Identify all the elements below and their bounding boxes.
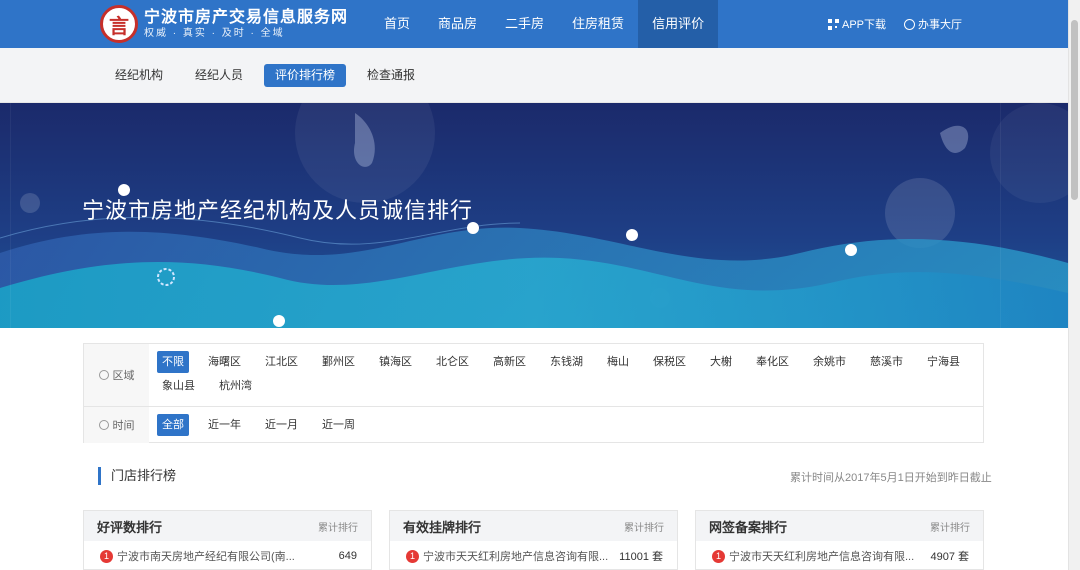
app-download-link[interactable]: APP下载 [828, 16, 886, 32]
ranking-card-reviews: 好评数排行 累计排行 1 宁波市南天房地产经纪有限公司(南... 649 [83, 510, 372, 570]
qr-code-icon [828, 18, 839, 30]
region-label: 区域 [112, 370, 135, 382]
rank-value: 649 [338, 550, 357, 562]
rank-value: 11001 套 [619, 551, 663, 563]
sub-navigation-bar: 经纪机构 经纪人员 评价排行榜 检查通报 [0, 48, 1068, 103]
site-slogan: 权威 · 真实 · 及时 · 全域 [144, 28, 285, 39]
region-option-4[interactable]: 镇海区 [374, 351, 417, 373]
region-option-1[interactable]: 海曙区 [203, 351, 246, 373]
region-option-15[interactable]: 象山县 [157, 375, 200, 397]
region-option-9[interactable]: 保税区 [648, 351, 691, 373]
nav-item-4[interactable]: 信用评价 [638, 0, 719, 48]
card-subtitle: 累计排行 [318, 522, 358, 534]
region-icon [98, 370, 109, 380]
service-hall-label: 办事大厅 [918, 19, 963, 31]
logo-emblem-icon: 言 [100, 5, 138, 43]
time-options: 全部 近一年 近一月 近一周 [149, 407, 983, 443]
card-header: 网签备案排行 累计排行 [696, 511, 983, 541]
main-nav: 首页 商品房 二手房 住房租赁 信用评价 [370, 0, 719, 48]
region-label-cell: 区域 [84, 344, 149, 406]
nav-item-2[interactable]: 二手房 [491, 0, 558, 48]
time-label: 时间 [112, 420, 135, 432]
rank-name[interactable]: 宁波市天天红利房地产信息咨询有限... [423, 548, 611, 564]
ranking-card-listings: 有效挂牌排行 累计排行 1 宁波市天天红利房地产信息咨询有限... 11001 … [389, 510, 678, 570]
card-subtitle: 累计排行 [624, 522, 664, 534]
app-download-label: APP下载 [842, 19, 887, 31]
time-option-2[interactable]: 近一月 [260, 414, 303, 436]
nav-right-links: APP下载 办事大厅 [828, 0, 980, 48]
subnav-item-0[interactable]: 经纪机构 [104, 64, 174, 87]
time-option-3[interactable]: 近一周 [317, 414, 360, 436]
region-filter-row: 区域 不限 海曙区 江北区 鄞州区 镇海区 北仑区 高新区 东钱湖 梅山 保税区 大榭 奉化区 余姚市慈… [84, 344, 983, 407]
subnav-item-1[interactable]: 经纪人员 [184, 64, 254, 87]
time-option-1[interactable]: 近一年 [203, 414, 246, 436]
sub-nav: 经纪机构 经纪人员 评价排行榜 检查通报 [104, 64, 436, 87]
card-title: 有效挂牌排行 [403, 519, 482, 535]
site-title: 宁波市房产交易信息服务网 [144, 7, 349, 26]
service-hall-icon [904, 18, 916, 30]
ranking-filter: 区域 不限 海曙区 江北区 鄞州区 镇海区 北仑区 高新区 东钱湖 梅山 保税区 大榭 奉化区 余姚市慈… [83, 343, 984, 443]
table-row[interactable]: 1 宁波市天天红利房地产信息咨询有限... 11001 套 [390, 541, 677, 569]
region-option-11[interactable]: 奉化区 [751, 351, 794, 373]
clock-icon [98, 420, 109, 430]
rank-name[interactable]: 宁波市天天红利房地产信息咨询有限... [729, 548, 922, 564]
time-option-0[interactable]: 全部 [157, 414, 189, 436]
region-option-7[interactable]: 东钱湖 [545, 351, 588, 373]
service-hall-link[interactable]: 办事大厅 [904, 16, 962, 32]
nav-item-0[interactable]: 首页 [370, 0, 424, 48]
banner-title: 宁波市房地产经纪机构及人员诚信排行 [82, 198, 474, 223]
region-option-14[interactable]: 宁海县 [922, 351, 965, 373]
region-option-12[interactable]: 余姚市 [808, 351, 851, 373]
region-option-0[interactable]: 不限 [157, 351, 189, 373]
region-option-5[interactable]: 北仑区 [431, 351, 474, 373]
rank-badge: 1 [406, 549, 419, 563]
region-option-8[interactable]: 梅山 [602, 351, 634, 373]
table-row[interactable]: 1 宁波市南天房地产经纪有限公司(南... 649 [84, 541, 371, 569]
region-option-3[interactable]: 鄞州区 [317, 351, 360, 373]
table-row[interactable]: 1 宁波市天天红利房地产信息咨询有限... 4907 套 [696, 541, 983, 569]
logo-text: 宁波市房产交易信息服务网 权威 · 真实 · 及时 · 全域 [144, 7, 348, 41]
region-option-16[interactable]: 杭州湾 [214, 375, 257, 397]
subnav-item-3[interactable]: 检查通报 [356, 64, 426, 87]
logo-char: 言 [109, 13, 129, 38]
region-options: 不限 海曙区 江北区 鄞州区 镇海区 北仑区 高新区 东钱湖 梅山 保税区 大榭 奉化区 余姚市 慈溪市宁… [149, 344, 983, 406]
card-header: 有效挂牌排行 累计排行 [390, 511, 677, 541]
page-scrollbar[interactable] [1068, 0, 1080, 570]
top-navigation-bar: 言 宁波市房产交易信息服务网 权威 · 真实 · 及时 · 全域 首页 商品房 二手… [0, 0, 1068, 48]
ranking-card-contracts: 网签备案排行 累计排行 1 宁波市天天红利房地产信息咨询有限... 4907 套 [695, 510, 984, 570]
region-option-10[interactable]: 大榭 [705, 351, 737, 373]
subnav-item-2[interactable]: 评价排行榜 [264, 64, 347, 87]
site-logo[interactable]: 言 宁波市房产交易信息服务网 权威 · 真实 · 及时 · 全域 [100, 5, 348, 43]
time-label-cell: 时间 [84, 407, 149, 443]
time-filter-row: 时间 全部 近一年 近一月 近一周 [84, 407, 983, 443]
nav-item-3[interactable]: 住房租赁 [558, 0, 638, 48]
card-title: 网签备案排行 [709, 519, 788, 535]
nav-item-1[interactable]: 商品房 [424, 0, 491, 48]
rank-name[interactable]: 宁波市南天房地产经纪有限公司(南... [117, 548, 331, 564]
region-option-13[interactable]: 慈溪市 [865, 351, 908, 373]
card-subtitle: 累计排行 [930, 522, 970, 534]
region-option-6[interactable]: 高新区 [488, 351, 531, 373]
section-note: 累计时间从2017年5月1日开始到昨日截止 [790, 472, 992, 484]
rank-badge: 1 [712, 549, 725, 563]
card-title: 好评数排行 [97, 519, 163, 535]
rank-value: 4907 套 [930, 551, 969, 563]
hero-banner: 宁波市房地产经纪机构及人员诚信排行 [0, 103, 1068, 328]
region-option-2[interactable]: 江北区 [260, 351, 303, 373]
section-title: 门店排行榜 [98, 467, 176, 485]
card-header: 好评数排行 累计排行 [84, 511, 371, 541]
scrollbar-thumb[interactable] [1071, 20, 1078, 200]
rank-badge: 1 [100, 549, 113, 563]
